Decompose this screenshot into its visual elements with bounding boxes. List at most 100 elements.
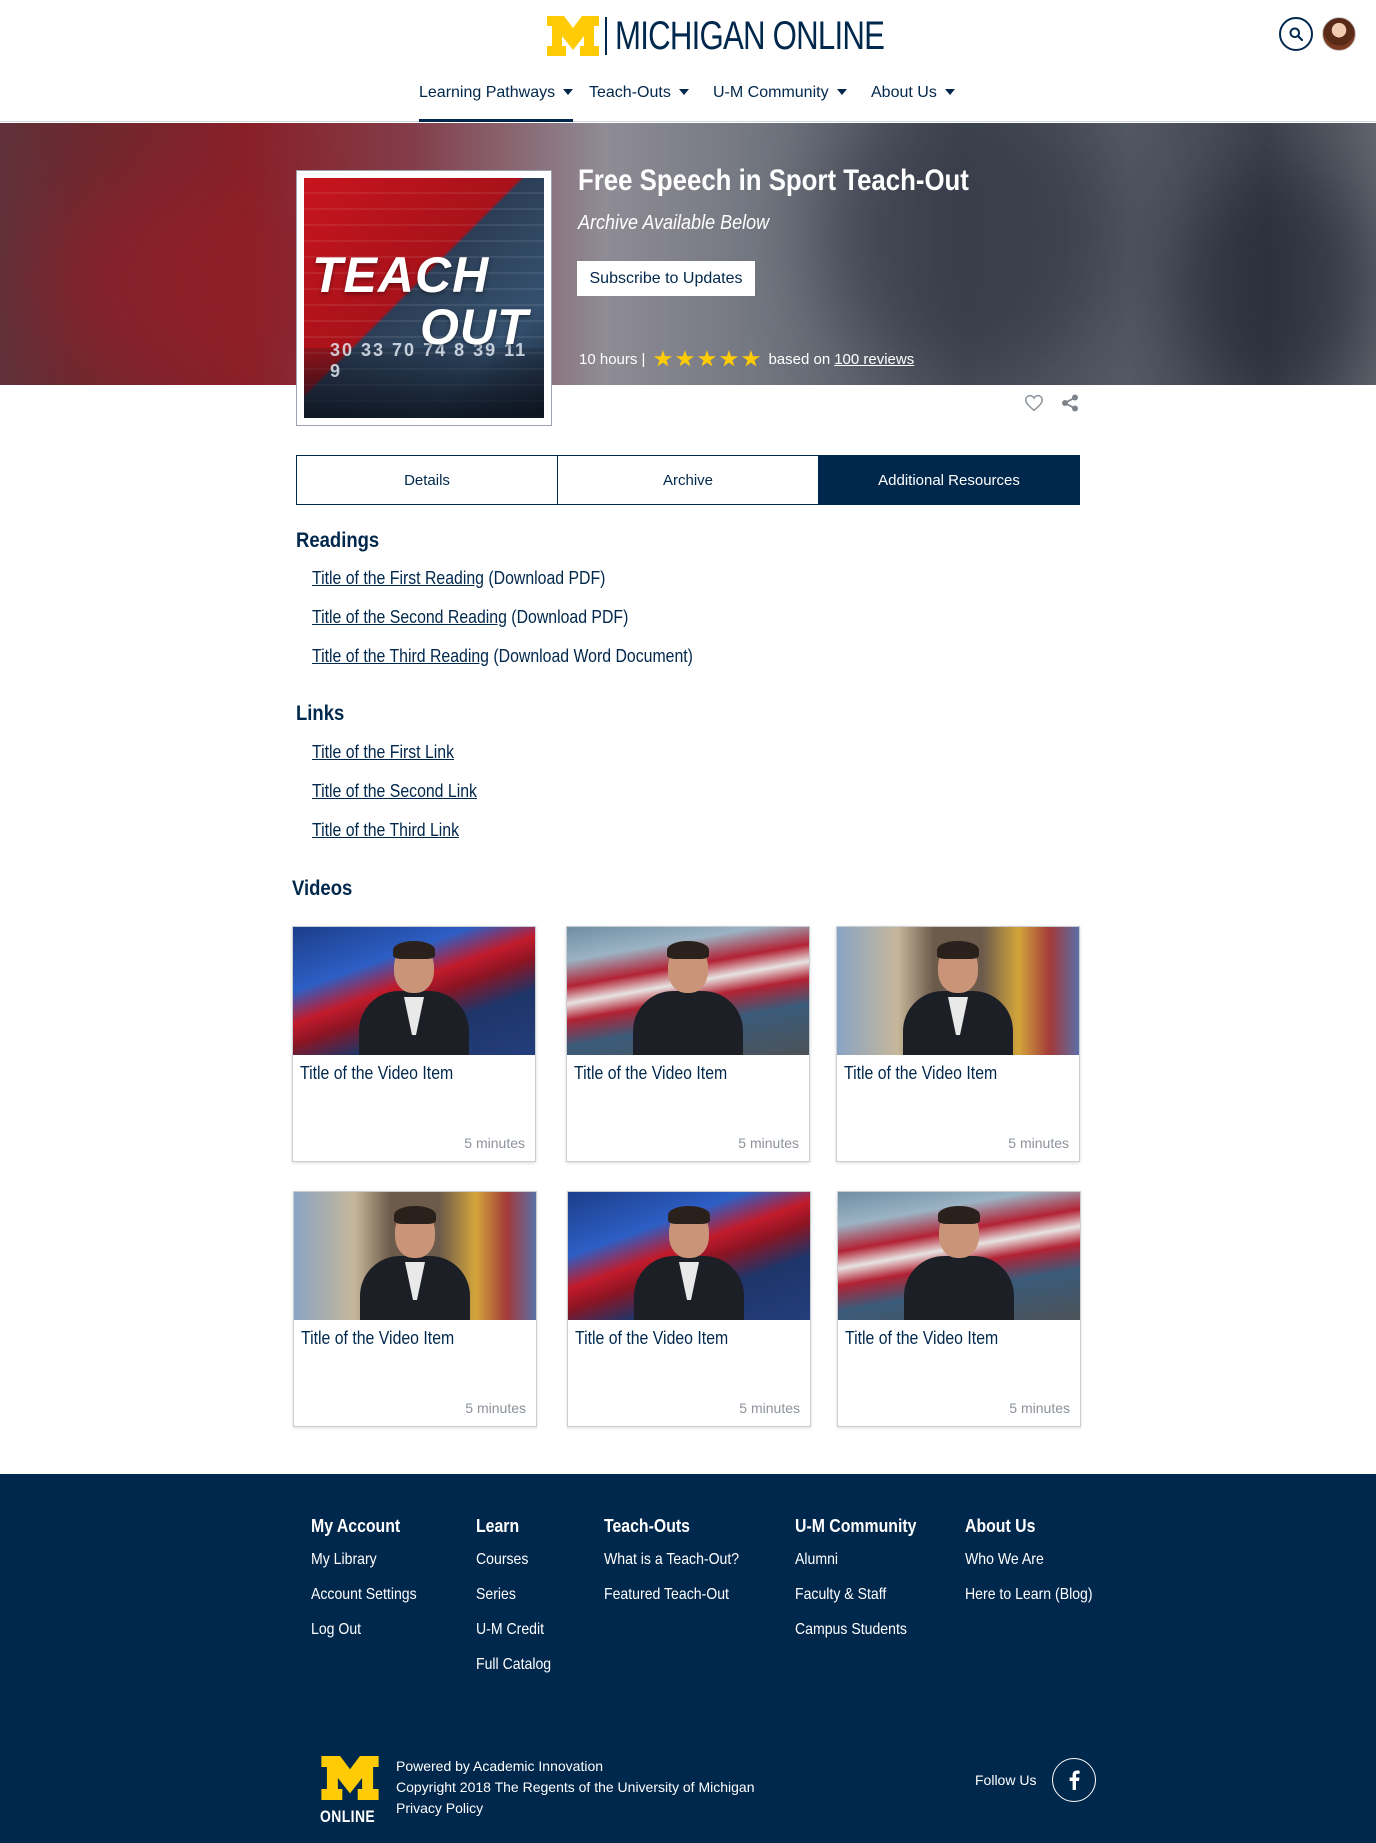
star-icon: [719, 350, 739, 367]
presenter-hair: [937, 941, 979, 959]
powered-by-text: Powered by Academic Innovation: [396, 1758, 604, 1774]
list-item: Title of the First Link: [312, 741, 477, 780]
subscribe-button[interactable]: Subscribe to Updates: [577, 261, 755, 296]
footer-link[interactable]: Courses: [476, 1551, 551, 1586]
video-duration: 5 minutes: [464, 1135, 525, 1151]
footer-link[interactable]: My Library: [311, 1551, 417, 1586]
video-thumbnail[interactable]: [838, 1192, 1080, 1320]
site-header: MICHIGAN ONLINE Learning Pathways Teach-…: [0, 0, 1376, 122]
reviews-link[interactable]: 100 reviews: [834, 351, 914, 368]
footer-link[interactable]: Campus Students: [795, 1621, 916, 1656]
video-presenter: [904, 1206, 1014, 1320]
star-rating: [653, 350, 761, 368]
michigan-online-logo[interactable]: MICHIGAN ONLINE: [547, 16, 960, 56]
star-icon: [653, 350, 673, 367]
footer-link[interactable]: U-M Credit: [476, 1621, 551, 1656]
resource-link[interactable]: Title of the Second Link: [312, 781, 477, 801]
reading-format: (Download PDF): [483, 568, 606, 588]
user-avatar[interactable]: [1322, 17, 1356, 51]
footer-logo[interactable]: ONLINE: [320, 1756, 380, 1827]
readings-list: Title of the First Reading (Download PDF…: [312, 567, 745, 684]
course-actions: [1024, 394, 1079, 412]
hero-overlay: [0, 123, 1376, 385]
search-button[interactable]: [1279, 17, 1313, 51]
footer-heading: U-M Community: [795, 1516, 917, 1536]
tab-details[interactable]: Details: [297, 456, 558, 504]
resource-link[interactable]: Title of the Third Link: [312, 820, 459, 840]
video-thumbnail[interactable]: [837, 927, 1079, 1055]
reading-link[interactable]: Title of the Second Reading: [312, 607, 507, 627]
video-thumbnail[interactable]: [294, 1192, 536, 1320]
course-rating: 10 hours | based on 100 reviews: [579, 350, 914, 368]
video-title: Title of the Video Item: [574, 1063, 728, 1083]
footer-heading: Teach-Outs: [604, 1516, 690, 1536]
presenter-body: [633, 991, 743, 1055]
footer-column-my-account: My Account My Library Account Settings L…: [311, 1516, 431, 1656]
footer-link[interactable]: Here to Learn (Blog): [965, 1586, 1093, 1621]
follow-us-label: Follow Us: [975, 1772, 1037, 1788]
video-card[interactable]: Title of the Video Item 5 minutes: [293, 1191, 537, 1427]
header-actions: [1279, 17, 1356, 51]
tab-additional-resources[interactable]: Additional Resources: [819, 456, 1079, 504]
nav-label: About Us: [871, 84, 937, 101]
video-card[interactable]: Title of the Video Item 5 minutes: [567, 1191, 811, 1427]
caret-down-icon: [944, 89, 955, 95]
video-presenter: [359, 941, 469, 1055]
video-thumbnail[interactable]: [567, 927, 809, 1055]
video-thumbnail[interactable]: [568, 1192, 810, 1320]
facebook-icon: [1070, 1770, 1081, 1790]
footer-link[interactable]: Account Settings: [311, 1586, 417, 1621]
video-title: Title of the Video Item: [845, 1328, 999, 1348]
video-duration: 5 minutes: [465, 1400, 526, 1416]
resource-link[interactable]: Title of the First Link: [312, 742, 454, 762]
nav-about-us[interactable]: About Us: [871, 84, 955, 122]
nav-um-community[interactable]: U-M Community: [713, 85, 847, 122]
block-m-icon: [547, 16, 599, 56]
list-item: Title of the Second Reading (Download PD…: [312, 606, 693, 645]
main-nav: Learning Pathways Teach-Outs U-M Communi…: [0, 84, 1376, 122]
video-card[interactable]: Title of the Video Item 5 minutes: [292, 926, 536, 1162]
presenter-body: [904, 1256, 1014, 1320]
footer-column-teach-outs: Teach-Outs What is a Teach-Out? Featured…: [604, 1516, 758, 1621]
video-thumbnail[interactable]: [293, 927, 535, 1055]
footer-logo-text: ONLINE: [320, 1807, 376, 1826]
cover-title-line-2: OUT: [420, 299, 529, 355]
videos-heading: Videos: [292, 877, 353, 900]
heart-icon[interactable]: [1024, 394, 1044, 412]
tab-archive[interactable]: Archive: [558, 456, 819, 504]
nav-learning-pathways[interactable]: Learning Pathways: [419, 84, 574, 122]
list-item: Title of the Second Link: [312, 780, 477, 819]
site-footer: My Account My Library Account Settings L…: [0, 1474, 1376, 1843]
video-presenter: [360, 1206, 470, 1320]
reading-link[interactable]: Title of the Third Reading: [312, 646, 489, 666]
footer-link[interactable]: Who We Are: [965, 1551, 1093, 1586]
video-card[interactable]: Title of the Video Item 5 minutes: [566, 926, 810, 1162]
share-icon[interactable]: [1061, 394, 1079, 412]
footer-link[interactable]: What is a Teach-Out?: [604, 1551, 739, 1586]
presenter-hair: [938, 1206, 980, 1224]
footer-link[interactable]: Featured Teach-Out: [604, 1586, 739, 1621]
presenter-hair: [668, 1206, 710, 1224]
footer-link[interactable]: Full Catalog: [476, 1656, 551, 1691]
footer-link[interactable]: Alumni: [795, 1551, 916, 1586]
footer-link[interactable]: Log Out: [311, 1621, 417, 1656]
reading-link[interactable]: Title of the First Reading: [312, 568, 484, 588]
nav-teach-outs[interactable]: Teach-Outs: [589, 85, 689, 122]
course-duration: 10 hours |: [579, 350, 646, 368]
links-list: Title of the First Link Title of the Sec…: [312, 741, 499, 858]
reading-format: (Download Word Document): [488, 646, 693, 666]
follow-us: Follow Us: [975, 1758, 1097, 1802]
video-card[interactable]: Title of the Video Item 5 minutes: [836, 926, 1080, 1162]
reading-format: (Download PDF): [506, 607, 629, 627]
footer-link[interactable]: Faculty & Staff: [795, 1586, 916, 1621]
footer-legal: Powered by Academic Innovation Copyright…: [396, 1756, 755, 1819]
facebook-button[interactable]: [1052, 1758, 1097, 1802]
list-item: Title of the Third Reading (Download Wor…: [312, 645, 693, 684]
video-card[interactable]: Title of the Video Item 5 minutes: [837, 1191, 1081, 1427]
footer-link[interactable]: Series: [476, 1586, 551, 1621]
nav-label: Learning Pathways: [419, 84, 556, 101]
links-heading: Links: [296, 702, 345, 725]
footer-heading: About Us: [965, 1516, 1036, 1536]
privacy-policy-link[interactable]: Privacy Policy: [396, 1800, 483, 1816]
video-title: Title of the Video Item: [844, 1063, 998, 1083]
